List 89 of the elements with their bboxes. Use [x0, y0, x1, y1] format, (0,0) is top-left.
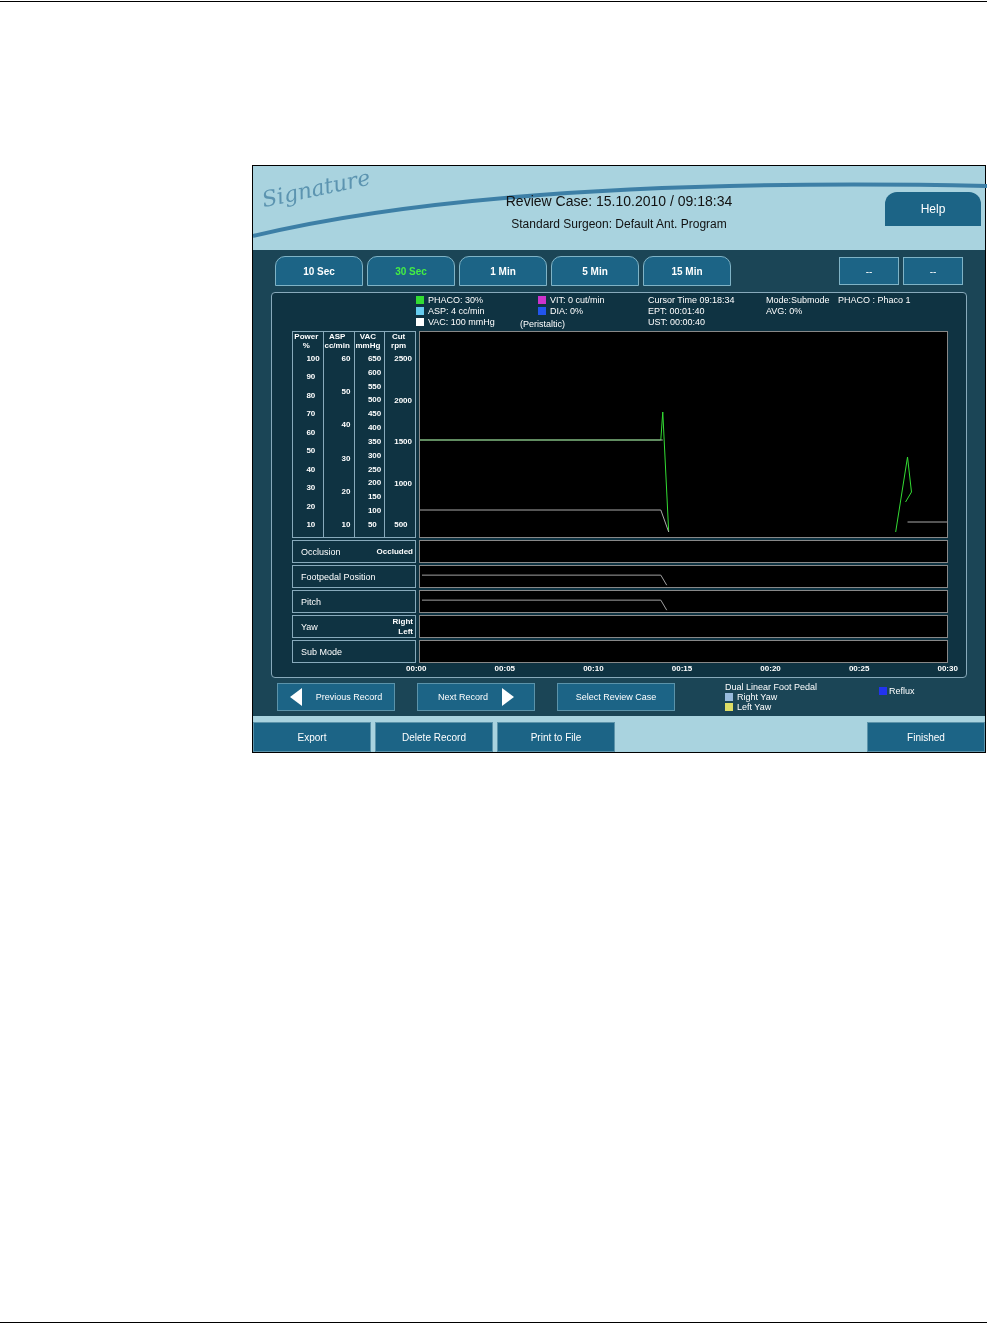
- channel-label: Occlusion: [301, 546, 341, 557]
- scale-tick: 1000: [394, 478, 412, 488]
- scale-tick: 650: [367, 354, 382, 363]
- scale-tick: 100: [306, 354, 320, 363]
- time-tab[interactable]: 30 Sec: [367, 256, 455, 286]
- scale-tick: 300: [367, 450, 382, 460]
- window-title: Review Case: 15.10.2010 / 09:18:34: [505, 193, 733, 209]
- time-readout: EPT: 00:01:40: [648, 306, 706, 316]
- scale-title: ASP cc/min: [323, 332, 351, 352]
- pedal-legend-title: Dual Linear Foot Pedal: [725, 682, 818, 692]
- legend-label: VAC: 100 mmHg: [428, 317, 495, 327]
- time-tab[interactable]: 10 Sec: [275, 256, 363, 286]
- x-axis-label: 00:30: [937, 664, 958, 673]
- scale-tick: 10: [341, 519, 351, 529]
- scale-tick: 250: [367, 464, 382, 474]
- x-axis-label: 00:05: [494, 664, 516, 673]
- scale-title: VAC mmHg: [354, 332, 382, 352]
- scale-tick: 100: [367, 506, 382, 516]
- right-arrow-icon: [502, 688, 514, 706]
- pump-label: (Peristaltic): [520, 319, 565, 329]
- scale-tick: 60: [341, 354, 351, 363]
- scale-tick: 600: [367, 367, 382, 377]
- logo: Signature: [259, 164, 373, 213]
- channel-mark: Occluded: [376, 546, 413, 557]
- x-axis-label: 00:15: [671, 664, 693, 673]
- time-tab[interactable]: 15 Min: [643, 256, 731, 286]
- window-subtitle: Standard Surgeon: Default Ant. Program: [511, 217, 727, 231]
- scale-tick: 50: [306, 446, 317, 456]
- channel-label: Footpedal Position: [301, 571, 376, 582]
- scale-tick: 20: [306, 501, 317, 511]
- channel-label: Sub Mode: [301, 646, 343, 657]
- scale-tick: 500: [394, 520, 409, 529]
- record-button[interactable]: Select Review Case: [557, 683, 675, 711]
- scale-tick: 90: [306, 372, 317, 382]
- scale-tick: 40: [306, 464, 317, 474]
- legend-label: Right Yaw: [737, 692, 778, 702]
- legend-label: DIA: 0%: [550, 306, 583, 316]
- legend-label: Left Yaw: [737, 702, 772, 712]
- scale-tick: 20: [341, 486, 351, 496]
- channel-label: Pitch: [301, 596, 321, 607]
- legend-label: VIT: 0 cut/min: [550, 295, 605, 305]
- scale-tick: 350: [367, 436, 382, 446]
- mode-readout: Mode:Submode: [766, 295, 831, 305]
- scale-tick: 50: [341, 387, 351, 397]
- channel-label: Yaw: [301, 621, 318, 632]
- scale-title: Power %: [293, 332, 320, 352]
- footer-button[interactable]: Delete Record: [375, 722, 493, 752]
- channel-mark: Right: [392, 616, 413, 627]
- footer-button[interactable]: Export: [253, 722, 371, 752]
- nav-button[interactable]: --: [903, 257, 963, 285]
- record-button[interactable]: Next Record: [417, 683, 535, 711]
- scale-tick: 550: [367, 381, 382, 391]
- x-axis-label: 00:25: [848, 664, 870, 673]
- scale-tick: 50: [367, 519, 378, 529]
- x-axis-label: 00:20: [760, 664, 781, 673]
- scale-title: Cut rpm: [390, 332, 408, 352]
- mode-readout: AVG: 0%: [766, 306, 804, 316]
- footer-button[interactable]: Print to File: [497, 722, 615, 752]
- scale-tick: 500: [367, 395, 382, 405]
- scale-tick: 400: [367, 423, 382, 433]
- nav-button[interactable]: --: [839, 257, 899, 285]
- scale-tick: 200: [367, 478, 382, 488]
- mode-readout: PHACO : Phaco 1: [838, 295, 912, 305]
- legend-label: Reflux: [889, 686, 915, 696]
- x-axis-label: 00:00: [406, 664, 427, 673]
- legend-label: ASP: 4 cc/min: [428, 306, 485, 316]
- scale-tick: 10: [306, 519, 317, 529]
- time-readout: UST: 00:00:40: [648, 317, 707, 327]
- scale-tick: 30: [306, 483, 317, 493]
- scale-tick: 150: [367, 492, 382, 502]
- record-button[interactable]: Previous Record: [277, 683, 395, 711]
- time-readout: Cursor Time 09:18:34: [648, 295, 736, 305]
- scale-tick: 2500: [394, 354, 412, 363]
- scale-tick: 1500: [394, 437, 412, 446]
- help-button[interactable]: Help: [885, 192, 981, 226]
- time-tab[interactable]: 5 Min: [551, 256, 639, 286]
- left-arrow-icon: [289, 688, 302, 706]
- scale-tick: 80: [306, 390, 317, 400]
- legend-label: PHACO: 30%: [428, 295, 484, 305]
- scale-tick: 60: [306, 427, 317, 437]
- scale-tick: 2000: [394, 395, 412, 405]
- scale-tick: 70: [306, 409, 317, 419]
- scale-tick: 30: [341, 453, 351, 463]
- time-tab[interactable]: 1 Min: [459, 256, 547, 286]
- footer-button[interactable]: Finished: [867, 722, 985, 752]
- channel-mark: Left: [398, 626, 413, 637]
- scale-tick: 40: [341, 420, 351, 430]
- x-axis-label: 00:10: [583, 664, 604, 673]
- scale-tick: 450: [367, 409, 382, 419]
